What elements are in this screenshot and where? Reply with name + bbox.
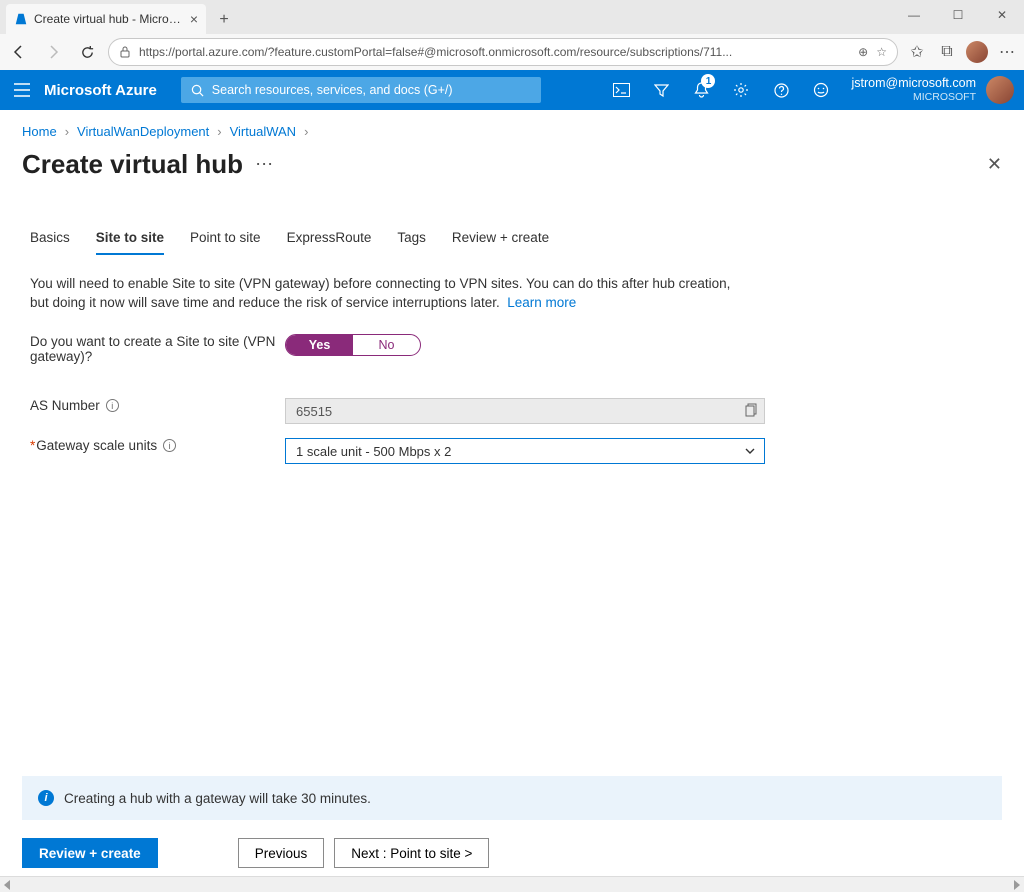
azure-favicon-icon: [14, 12, 28, 26]
minimize-icon[interactable]: —: [892, 0, 936, 30]
chevron-right-icon: ›: [304, 124, 308, 139]
user-block[interactable]: jstrom@microsoft.com MICROSOFT: [851, 76, 976, 104]
info-banner: i Creating a hub with a gateway will tak…: [22, 776, 1002, 820]
dropdown-gateway-scale-units[interactable]: 1 scale unit - 500 Mbps x 2: [285, 438, 765, 464]
star-icon[interactable]: ☆: [876, 45, 887, 59]
toggle-create-s2s[interactable]: Yes No: [285, 334, 421, 356]
tab-site-to-site[interactable]: Site to site: [96, 230, 164, 255]
tab-basics[interactable]: Basics: [30, 230, 70, 255]
crumb-virtualwan[interactable]: VirtualWAN: [230, 124, 296, 139]
browser-tab-bar: Create virtual hub - Microsoft Az × + — …: [0, 0, 1024, 34]
copy-icon[interactable]: [745, 403, 758, 417]
next-button[interactable]: Next : Point to site >: [334, 838, 489, 868]
label-gsu-text: Gateway scale units: [36, 438, 157, 453]
close-window-icon[interactable]: ✕: [980, 0, 1024, 30]
description-text: You will need to enable Site to site (VP…: [30, 276, 730, 310]
chevron-down-icon: [744, 445, 756, 457]
asn-value: 65515: [296, 404, 332, 419]
info-icon[interactable]: i: [106, 399, 119, 412]
close-blade-icon[interactable]: ✕: [987, 154, 1002, 175]
learn-more-link[interactable]: Learn more: [507, 295, 576, 310]
search-input[interactable]: Search resources, services, and docs (G+…: [181, 77, 541, 103]
label-gateway-scale-units: *Gateway scale units i: [30, 438, 285, 453]
browser-tab[interactable]: Create virtual hub - Microsoft Az ×: [6, 4, 206, 34]
info-icon[interactable]: i: [163, 439, 176, 452]
gear-icon[interactable]: [723, 70, 759, 110]
page-title: Create virtual hub: [22, 149, 243, 180]
feedback-icon[interactable]: [803, 70, 839, 110]
more-actions-icon[interactable]: ⋯: [255, 154, 273, 175]
toggle-yes[interactable]: Yes: [286, 335, 353, 355]
gsu-value: 1 scale unit - 500 Mbps x 2: [296, 444, 451, 459]
favorites-icon[interactable]: ✩: [906, 41, 928, 63]
previous-button[interactable]: Previous: [238, 838, 325, 868]
row-as-number: AS Number i 65515: [30, 398, 994, 424]
browser-address-bar: https://portal.azure.com/?feature.custom…: [0, 34, 1024, 70]
maximize-icon[interactable]: ☐: [936, 0, 980, 30]
url-text: https://portal.azure.com/?feature.custom…: [139, 45, 850, 59]
search-placeholder: Search resources, services, and docs (G+…: [212, 83, 453, 97]
filter-icon[interactable]: [643, 70, 679, 110]
new-tab-button[interactable]: +: [210, 6, 238, 34]
footer: Review + create Previous Next : Point to…: [22, 838, 1002, 868]
azure-topbar-icons: 1 jstrom@microsoft.com MICROSOFT: [603, 70, 1014, 110]
azure-top-bar: Microsoft Azure Search resources, servic…: [0, 70, 1024, 110]
chevron-right-icon: ›: [217, 124, 221, 139]
label-asn-text: AS Number: [30, 398, 100, 413]
close-icon[interactable]: ×: [190, 11, 198, 27]
info-circle-icon: i: [38, 790, 54, 806]
breadcrumb: Home › VirtualWanDeployment › VirtualWAN…: [0, 110, 1024, 145]
notifications-icon[interactable]: 1: [683, 70, 719, 110]
tab-point-to-site[interactable]: Point to site: [190, 230, 261, 255]
crumb-home[interactable]: Home: [22, 124, 57, 139]
brand-label[interactable]: Microsoft Azure: [44, 82, 157, 99]
lock-icon: [119, 46, 131, 58]
browser-chrome: Create virtual hub - Microsoft Az × + — …: [0, 0, 1024, 70]
page-header: Create virtual hub ⋯ ✕: [0, 145, 1024, 180]
row-create-s2s: Do you want to create a Site to site (VP…: [30, 334, 994, 364]
collections-icon[interactable]: ⧉: [936, 41, 958, 63]
url-input[interactable]: https://portal.azure.com/?feature.custom…: [108, 38, 898, 66]
hamburger-icon[interactable]: [10, 78, 34, 102]
label-create-s2s: Do you want to create a Site to site (VP…: [30, 334, 285, 364]
tab-review-create[interactable]: Review + create: [452, 230, 549, 255]
more-icon[interactable]: ⋯: [996, 41, 1018, 63]
crumb-deployment[interactable]: VirtualWanDeployment: [77, 124, 209, 139]
review-create-button[interactable]: Review + create: [22, 838, 158, 868]
user-email: jstrom@microsoft.com: [851, 76, 976, 90]
page-tabs: Basics Site to site Point to site Expres…: [0, 180, 1024, 256]
cloud-shell-icon[interactable]: [603, 70, 639, 110]
browser-tab-title: Create virtual hub - Microsoft Az: [34, 12, 184, 26]
refresh-icon[interactable]: [74, 39, 100, 65]
label-as-number: AS Number i: [30, 398, 285, 413]
row-gateway-scale-units: *Gateway scale units i 1 scale unit - 50…: [30, 438, 994, 464]
back-icon[interactable]: [6, 39, 32, 65]
notification-badge: 1: [701, 74, 715, 88]
profile-avatar-icon[interactable]: [966, 41, 988, 63]
chevron-right-icon: ›: [65, 124, 69, 139]
reader-icon[interactable]: ⊕: [858, 45, 868, 59]
user-org: MICROSOFT: [851, 90, 976, 104]
avatar[interactable]: [986, 76, 1014, 104]
forward-icon: [40, 39, 66, 65]
tab-expressroute[interactable]: ExpressRoute: [287, 230, 372, 255]
input-as-number: 65515: [285, 398, 765, 424]
tab-description: You will need to enable Site to site (VP…: [30, 274, 750, 312]
search-icon: [191, 84, 204, 97]
window-controls: — ☐ ✕: [892, 0, 1024, 30]
toggle-no[interactable]: No: [353, 335, 420, 355]
help-icon[interactable]: [763, 70, 799, 110]
tab-tags[interactable]: Tags: [397, 230, 426, 255]
tab-content: You will need to enable Site to site (VP…: [0, 256, 1024, 464]
horizontal-scrollbar[interactable]: [0, 876, 1024, 892]
info-banner-text: Creating a hub with a gateway will take …: [64, 791, 371, 806]
